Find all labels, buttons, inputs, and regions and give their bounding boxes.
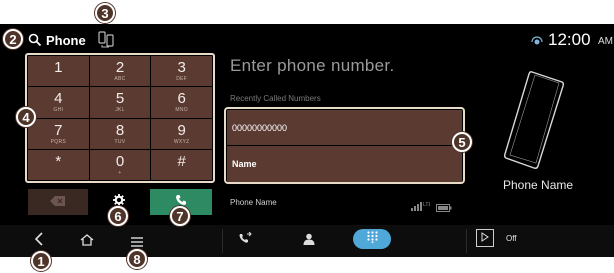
- callout-marker: 7: [170, 206, 190, 226]
- key-letters: WXYZ: [173, 138, 190, 145]
- bottom-divider: [466, 229, 467, 253]
- recent-name-row[interactable]: Name: [227, 146, 462, 182]
- backspace-button[interactable]: [28, 189, 88, 215]
- play-icon: [481, 229, 489, 247]
- keypad-key[interactable]: 4 GHI: [28, 87, 89, 118]
- contacts-icon[interactable]: [303, 232, 315, 250]
- recent-calls-list: 00000000000 Name: [224, 107, 465, 184]
- smartphone-illustration: [502, 70, 566, 175]
- callout-marker: 1: [31, 251, 51, 271]
- keypad-key[interactable]: 8 TUV: [89, 118, 151, 149]
- keypad-key[interactable]: 5 JKL: [89, 87, 151, 118]
- key-digit: 8: [115, 121, 125, 139]
- backspace-icon: [50, 193, 66, 211]
- recent-calls-label: Recently Called Numbers: [230, 94, 321, 103]
- key-letters: GHI: [53, 107, 64, 114]
- key-letters: DEF: [176, 76, 188, 83]
- dialpad-icon: [366, 230, 378, 248]
- callout-marker: 4: [16, 107, 36, 127]
- key-letters: TUV: [114, 138, 126, 145]
- callout-marker: 6: [108, 206, 128, 226]
- key-letters: +: [118, 169, 122, 176]
- keypad-key[interactable]: 9 WXYZ: [151, 118, 212, 149]
- tab-dial-pad[interactable]: [353, 229, 391, 249]
- recent-calls-icon[interactable]: [238, 231, 252, 251]
- battery-icon: [436, 199, 452, 217]
- callout-marker: 2: [3, 29, 23, 49]
- key-digit: #: [177, 152, 186, 170]
- connected-phone-name: Phone Name: [230, 198, 277, 207]
- dial-keypad: 1 2 ABC 3 DEF 4 GHI 5 JKL 6 MNO 7 PQRS 8 TUV 9 WXYZ * 0 + #: [28, 56, 212, 180]
- callout-marker: 5: [452, 132, 472, 152]
- home-icon[interactable]: [80, 233, 94, 251]
- callout-marker: 3: [95, 3, 115, 23]
- clock-time: 12:00: [548, 30, 591, 49]
- callout-marker: 8: [127, 249, 147, 269]
- clock-ampm: AM: [598, 36, 613, 47]
- recent-number-row[interactable]: 00000000000: [227, 110, 462, 145]
- device-name-label: Phone Name: [503, 178, 574, 192]
- key-digit: 3: [177, 59, 186, 77]
- key-letters: JKL: [115, 107, 125, 114]
- svg-text:LTE: LTE: [423, 202, 430, 208]
- media-status-label: Off: [506, 234, 517, 243]
- phone-screen: Phone 12:00 AM 1 2 ABC 3 DEF 4 GHI 5 JKL 6 MNO 7 PQR…: [0, 24, 614, 257]
- phone-number-input[interactable]: Enter phone number.: [230, 56, 394, 76]
- keypad-key[interactable]: *: [28, 149, 89, 180]
- key-digit: 9: [177, 121, 186, 139]
- connection-status-icon: [530, 35, 544, 53]
- keypad-key[interactable]: 0 +: [89, 149, 151, 180]
- key-digit: 5: [115, 90, 125, 108]
- key-digit: 7: [54, 121, 63, 139]
- recent-number: 00000000000: [232, 122, 288, 133]
- key-digit: 1: [54, 59, 63, 77]
- key-digit: 4: [54, 90, 63, 108]
- keypad-key[interactable]: 6 MNO: [151, 87, 212, 118]
- back-icon[interactable]: [34, 232, 44, 251]
- key-digit: 2: [115, 59, 125, 77]
- key-letters: MNO: [175, 107, 188, 114]
- keypad-key[interactable]: 1: [28, 56, 89, 87]
- phone-switch-icon[interactable]: [98, 30, 114, 53]
- key-digit: 0: [115, 152, 125, 170]
- media-play-button[interactable]: [476, 229, 494, 247]
- keypad-key[interactable]: 3 DEF: [151, 56, 212, 87]
- key-digit: *: [55, 152, 62, 170]
- key-letters: ABC: [114, 76, 126, 83]
- key-digit: 6: [177, 90, 186, 108]
- keypad-key[interactable]: 2 ABC: [89, 56, 151, 87]
- signal-strength-icon: LTE: [410, 198, 432, 216]
- recent-name: Name: [232, 159, 257, 169]
- keypad-key[interactable]: #: [151, 149, 212, 180]
- key-letters: PQRS: [50, 138, 67, 145]
- bottom-divider: [222, 229, 223, 253]
- page-title: Phone: [46, 33, 86, 48]
- keypad-key[interactable]: 7 PQRS: [28, 118, 89, 149]
- search-icon[interactable]: [28, 33, 42, 52]
